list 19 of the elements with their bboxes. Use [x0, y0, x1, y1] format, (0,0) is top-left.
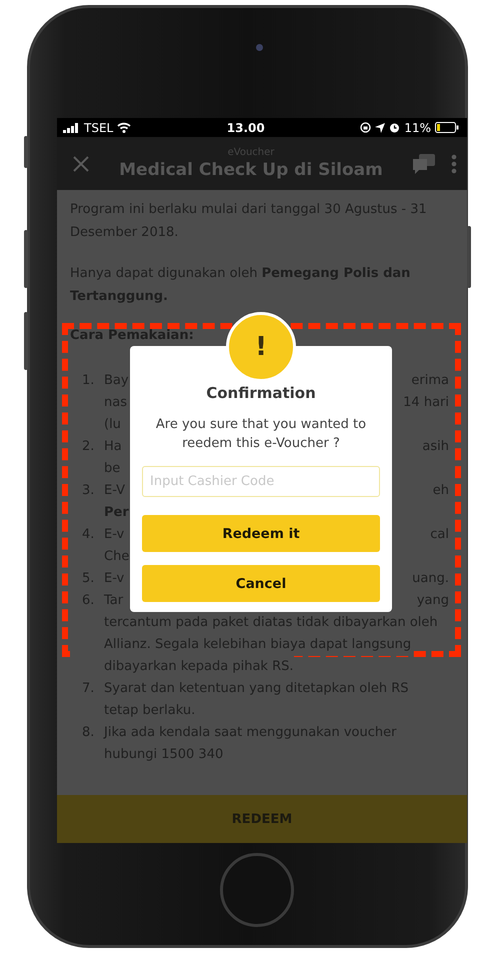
clock-time: 13.00: [226, 120, 265, 134]
dialog-message: Are you sure that you wanted to reedem this e-Voucher ?: [154, 416, 368, 453]
battery-percent: 11%: [404, 120, 431, 134]
header-title: Medical Check Up di Siloam: [118, 160, 384, 180]
dialog-button[interactable]: Redeem it: [142, 515, 380, 552]
signal-icon: [63, 122, 80, 132]
battery-icon: [434, 122, 459, 133]
wifi-icon: [117, 122, 132, 133]
location-arrow-icon: [375, 122, 386, 132]
alert-icon: !: [226, 312, 296, 382]
more-options-icon[interactable]: [451, 154, 457, 174]
alarm-clock-icon: [389, 122, 400, 133]
rotation-lock-icon: [360, 122, 372, 133]
camera-dot: [256, 44, 263, 51]
close-icon[interactable]: [73, 156, 89, 172]
chat-bubbles-icon[interactable]: [413, 154, 435, 174]
dialog-button[interactable]: Cancel: [142, 565, 380, 602]
dialog-title: Confirmation: [206, 384, 316, 402]
carrier-name: TSEL: [84, 120, 114, 134]
